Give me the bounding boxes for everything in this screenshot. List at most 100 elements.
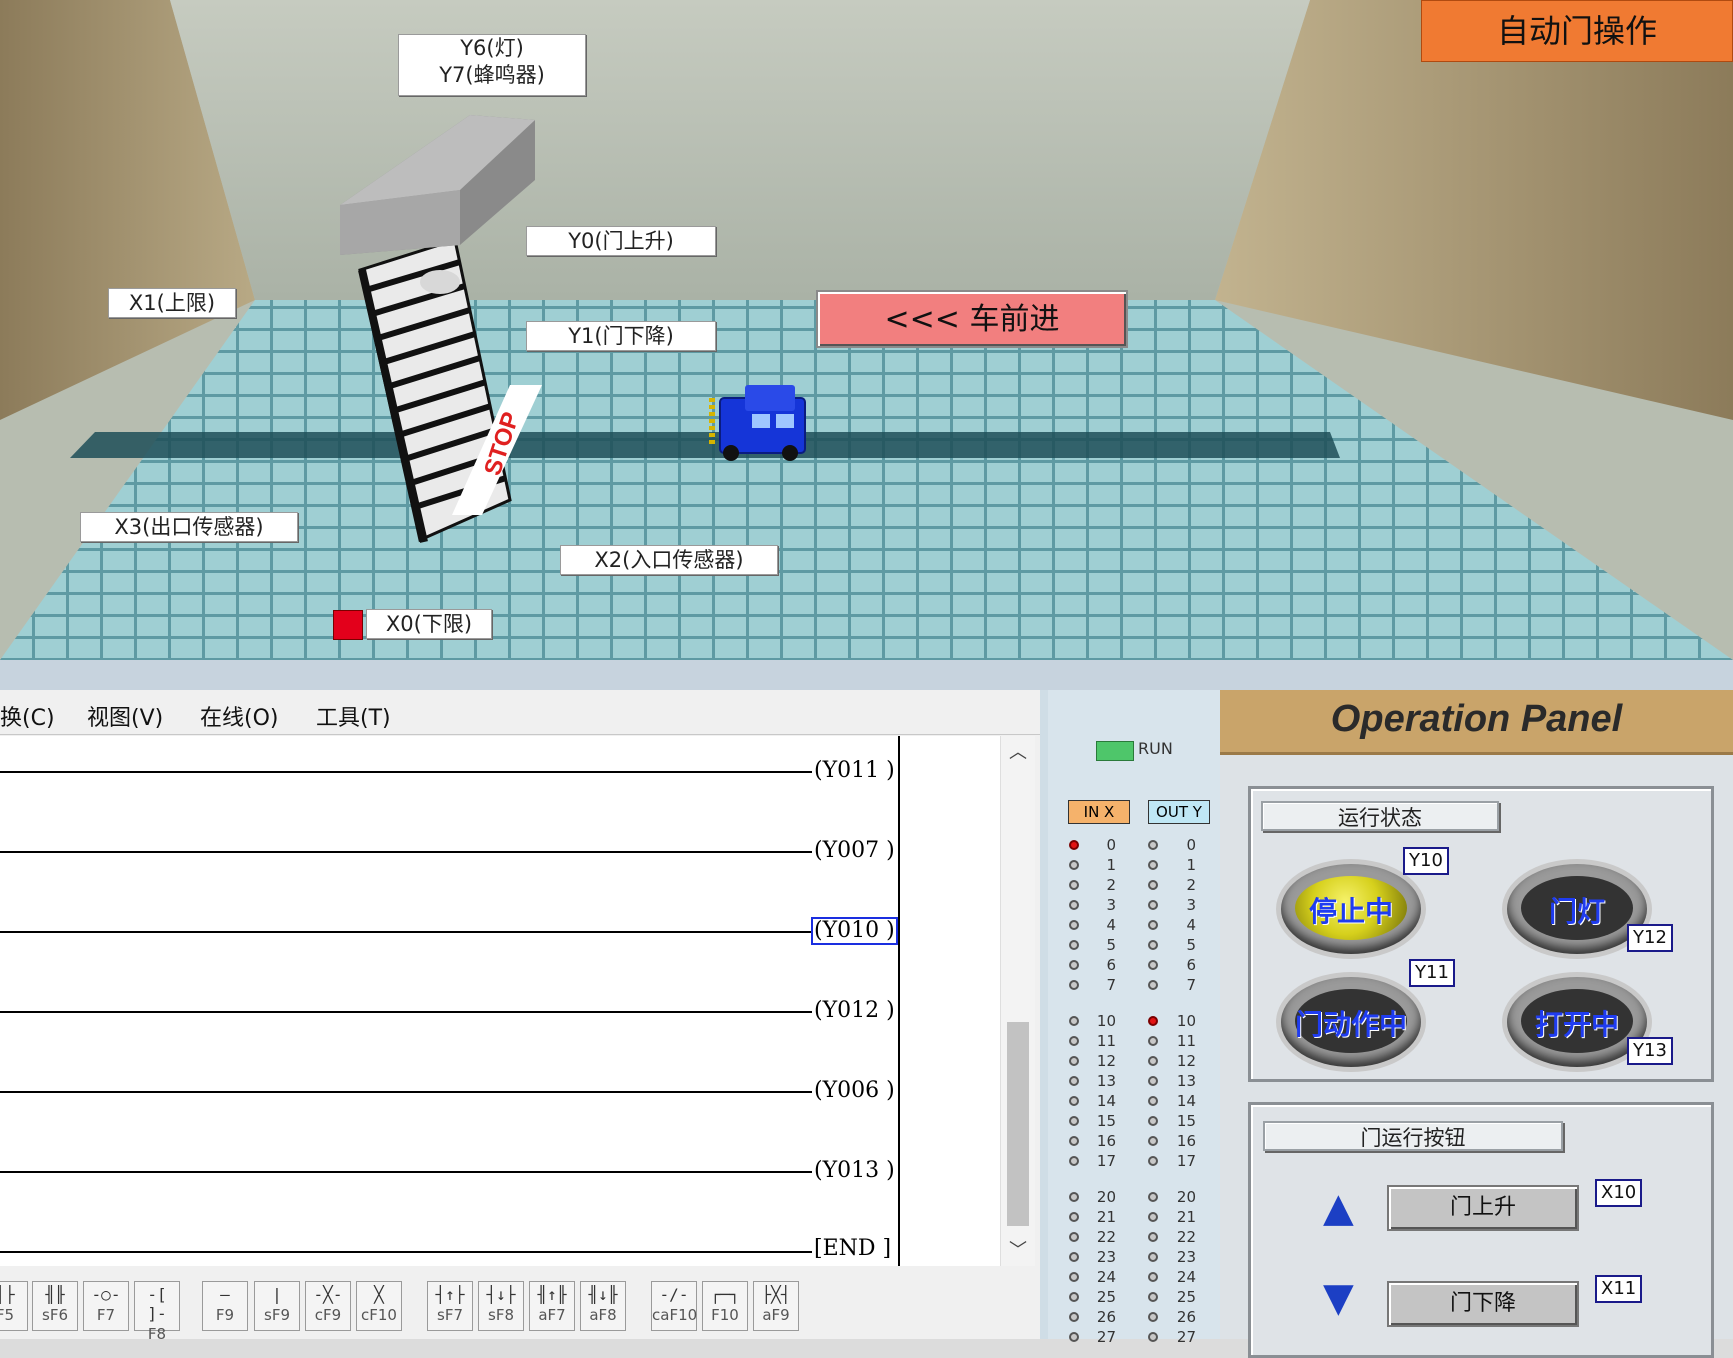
output-number: 11: [1176, 1032, 1196, 1050]
output-led: [1148, 860, 1158, 870]
fkey-symbol: ├╳┤: [761, 1285, 791, 1304]
output-led: [1148, 1116, 1158, 1126]
right-power-rail: [898, 736, 900, 1266]
io-row: 25 25: [1048, 1288, 1228, 1308]
coil-y011[interactable]: (Y011 ): [812, 758, 897, 784]
output-number: 24: [1176, 1268, 1196, 1286]
input-led: [1069, 920, 1079, 930]
fkey-sf6[interactable]: ╢╟ sF6: [32, 1281, 78, 1331]
input-led: [1069, 940, 1079, 950]
io-row: 26 26: [1048, 1308, 1228, 1328]
io-row: 44: [1048, 916, 1228, 936]
io-row: 77: [1048, 976, 1228, 996]
output-led: [1148, 1252, 1158, 1262]
input-number: 27: [1096, 1328, 1116, 1346]
fkey-f8[interactable]: -[ ]- F8: [134, 1281, 180, 1343]
scroll-thumb[interactable]: [1007, 1022, 1029, 1226]
ladder-area[interactable]: (Y011 ) (Y007 ) (Y010 ) (Y012 ) (Y006 ) …: [0, 736, 1000, 1266]
output-number: 20: [1176, 1188, 1196, 1206]
lamp-stopped-label: 停止中: [1308, 895, 1393, 928]
output-number: 23: [1176, 1248, 1196, 1266]
coil-y007[interactable]: (Y007 ): [812, 838, 897, 864]
fkey-f5[interactable]: ┤├ F5: [0, 1281, 28, 1331]
fkey-af9[interactable]: ├╳┤ aF9: [753, 1281, 799, 1331]
output-number: 3: [1186, 896, 1196, 914]
output-number: 10: [1176, 1012, 1196, 1030]
output-led: [1148, 1156, 1158, 1166]
fkey-cf9[interactable]: -╳- cF9: [305, 1281, 351, 1331]
fkey-symbol: ╢↑╟: [537, 1285, 567, 1304]
simulation-scene: 自动门操作 Y6(灯) Y7(蜂鸣器) Y0(门上升) Y1(门下降) X1(上…: [0, 0, 1733, 672]
status-group: 运行状态 停止中 Y10 门灯 Y12 门动作中 Y11 打开中 Y13: [1248, 786, 1714, 1082]
coil-y013[interactable]: (Y013 ): [812, 1158, 897, 1184]
fkey-f9[interactable]: — F9: [202, 1281, 248, 1331]
fkey-cf10[interactable]: ╳ cF10: [356, 1281, 402, 1331]
menu-convert[interactable]: 换(C): [0, 700, 55, 732]
output-led: [1148, 1272, 1158, 1282]
output-number: 14: [1176, 1092, 1196, 1110]
fkey-caf10[interactable]: -/- caF10: [651, 1281, 697, 1331]
fkey-af8[interactable]: ╢↓╟ aF8: [580, 1281, 626, 1331]
input-number: 6: [1106, 956, 1116, 974]
function-key-toolbar: ┤├ F5 ╢╟ sF6 -○- F7 -[ ]- F8 — F9 | sF9 -╳- cF9…: [0, 1276, 1040, 1343]
label-x3: X3(出口传感器): [80, 512, 298, 542]
fkey-label: aF7: [538, 1306, 566, 1324]
output-number: 26: [1176, 1308, 1196, 1326]
fkey-label: sF9: [264, 1306, 290, 1324]
io-row: 14 14: [1048, 1092, 1228, 1112]
door-down-button[interactable]: 门下降: [1387, 1281, 1579, 1327]
fkey-symbol: ┤↑├: [435, 1285, 465, 1304]
panel-title: Operation Panel: [1330, 698, 1623, 740]
input-number: 12: [1096, 1052, 1116, 1070]
x0-indicator: [333, 610, 363, 640]
output-led: [1148, 1232, 1158, 1242]
input-number: 23: [1096, 1248, 1116, 1266]
fkey-sf8[interactable]: ┤↓├ sF8: [478, 1281, 524, 1331]
coil-y006[interactable]: (Y006 ): [812, 1078, 897, 1104]
scroll-down-icon[interactable]: ﹀: [1009, 1236, 1027, 1262]
coil-y012[interactable]: (Y012 ): [812, 998, 897, 1024]
end-instruction[interactable]: [END ]: [812, 1236, 894, 1262]
fkey-symbol: -╳-: [313, 1285, 343, 1304]
io-row: 22 22: [1048, 1228, 1228, 1248]
input-number: 5: [1106, 936, 1116, 954]
rung-line: [0, 1091, 812, 1093]
io-row: 00: [1048, 836, 1228, 856]
fkey-label: aF8: [589, 1306, 617, 1324]
output-led: [1148, 900, 1158, 910]
menu-online[interactable]: 在线(O): [200, 700, 278, 732]
input-number: 1: [1106, 856, 1116, 874]
output-led: [1148, 1076, 1158, 1086]
fkey-symbol: ┌─┐: [710, 1285, 740, 1304]
fkey-af7[interactable]: ╢↑╟ aF7: [529, 1281, 575, 1331]
scroll-up-icon[interactable]: ︿: [1009, 738, 1027, 764]
door-up-button[interactable]: 门上升: [1387, 1185, 1579, 1231]
coil-y010-selected[interactable]: (Y010 ): [811, 917, 898, 945]
input-number: 21: [1096, 1208, 1116, 1226]
fkey-f7[interactable]: -○- F7: [83, 1281, 129, 1331]
input-header: IN X: [1068, 800, 1130, 824]
io-row: 27 27: [1048, 1328, 1228, 1348]
arrow-down-icon: ▼: [1323, 1275, 1354, 1321]
fkey-label: aF9: [762, 1306, 790, 1324]
input-led: [1069, 980, 1079, 990]
input-led: [1069, 860, 1079, 870]
fkey-sf9[interactable]: | sF9: [254, 1281, 300, 1331]
menu-tools[interactable]: 工具(T): [316, 700, 391, 732]
vertical-scrollbar[interactable]: ︿ ﹀: [1000, 736, 1035, 1266]
menu-view[interactable]: 视图(V): [87, 700, 163, 732]
fkey-sf7[interactable]: ┤↑├ sF7: [427, 1281, 473, 1331]
output-led: [1148, 1192, 1158, 1202]
output-led: [1148, 1212, 1158, 1222]
panel-header: Operation Panel: [1220, 690, 1733, 755]
output-led: [1148, 1332, 1158, 1342]
output-led: [1148, 1292, 1158, 1302]
output-number: 27: [1176, 1328, 1196, 1346]
output-number: 4: [1186, 916, 1196, 934]
output-led: [1148, 1312, 1158, 1322]
fkey-f10[interactable]: ┌─┐ F10: [702, 1281, 748, 1331]
input-number: 25: [1096, 1288, 1116, 1306]
label-y7: Y7(蜂鸣器): [439, 63, 545, 87]
car-forward-button[interactable]: <<< 车前进: [816, 290, 1128, 348]
lamp-stopped: 停止中: [1281, 864, 1421, 954]
